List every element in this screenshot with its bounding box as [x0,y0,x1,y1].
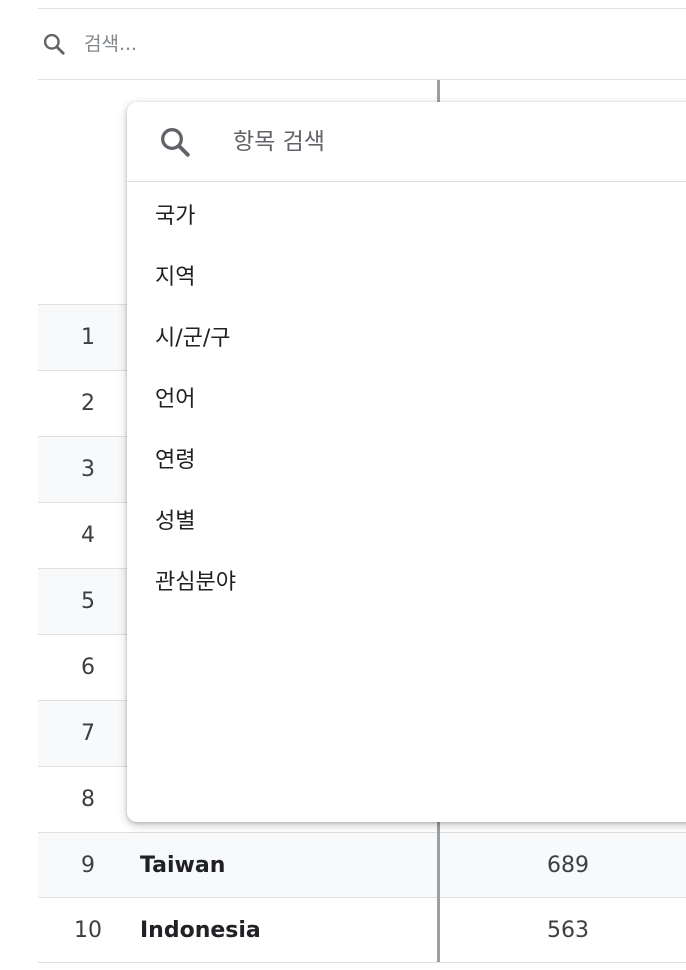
dropdown-item-city[interactable]: 시/군/구 [127,305,686,366]
search-icon [40,30,68,58]
table-bottom-border [38,962,686,963]
search-input[interactable] [84,24,644,64]
row-value: 689 [547,853,589,878]
row-number: 4 [81,523,95,548]
dropdown-search-input[interactable] [233,119,673,164]
row-number: 6 [81,655,95,680]
table-row[interactable]: 10 Indonesia 563 [38,897,686,963]
dropdown-item-gender[interactable]: 성별 [127,488,686,549]
dimension-dropdown: 국가 지역 시/군/구 언어 연령 성별 관심분야 [127,102,686,822]
dropdown-item-region[interactable]: 지역 [127,244,686,305]
row-number: 1 [81,325,95,350]
dropdown-item-language[interactable]: 언어 [127,366,686,427]
dropdown-item-age[interactable]: 연령 [127,427,686,488]
dropdown-list: 국가 지역 시/군/구 언어 연령 성별 관심분야 [127,183,686,610]
row-number: 9 [81,853,95,878]
row-number: 8 [81,787,95,812]
row-name: Taiwan [140,853,226,878]
page: 1 2 3 4 5 6 7 [0,0,686,970]
row-number: 10 [74,918,102,943]
row-name: Indonesia [140,918,261,943]
row-value: 563 [547,918,589,943]
dropdown-item-country[interactable]: 국가 [127,183,686,244]
search-icon [155,122,195,162]
row-number: 5 [81,589,95,614]
top-search-bar [38,8,686,80]
row-number: 7 [81,721,95,746]
dropdown-item-interests[interactable]: 관심분야 [127,549,686,610]
dropdown-search-bar [127,102,686,182]
row-number: 2 [81,391,95,416]
table-row[interactable]: 9 Taiwan 689 [38,832,686,898]
row-number: 3 [81,457,95,482]
